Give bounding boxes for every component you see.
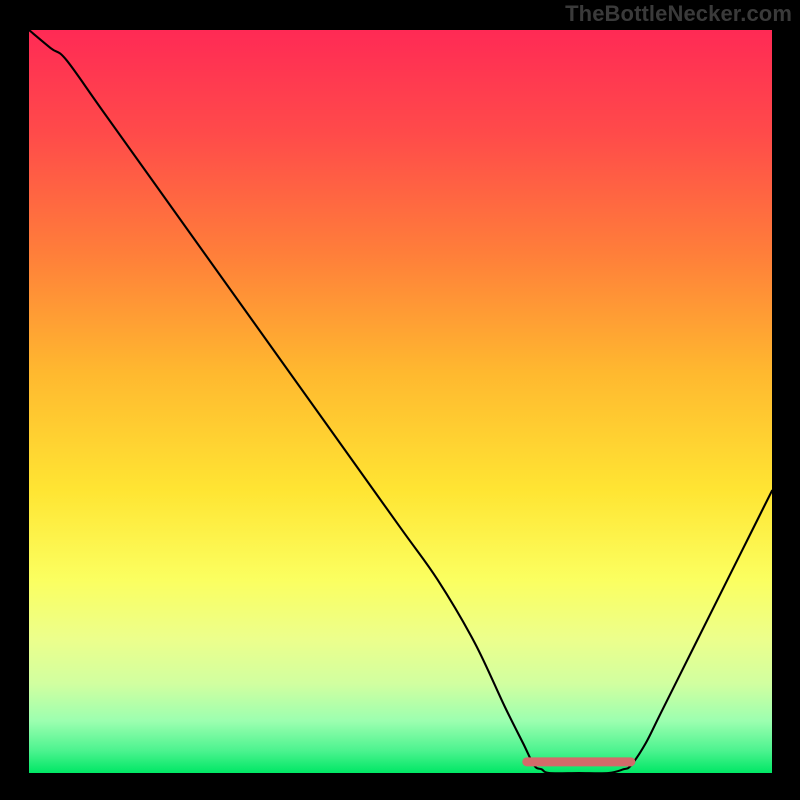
plot-area — [29, 30, 772, 773]
chart-frame: TheBottleNecker.com — [0, 0, 800, 800]
curve-path — [29, 30, 772, 773]
attribution-label: TheBottleNecker.com — [565, 1, 792, 27]
chart-svg — [29, 30, 772, 773]
